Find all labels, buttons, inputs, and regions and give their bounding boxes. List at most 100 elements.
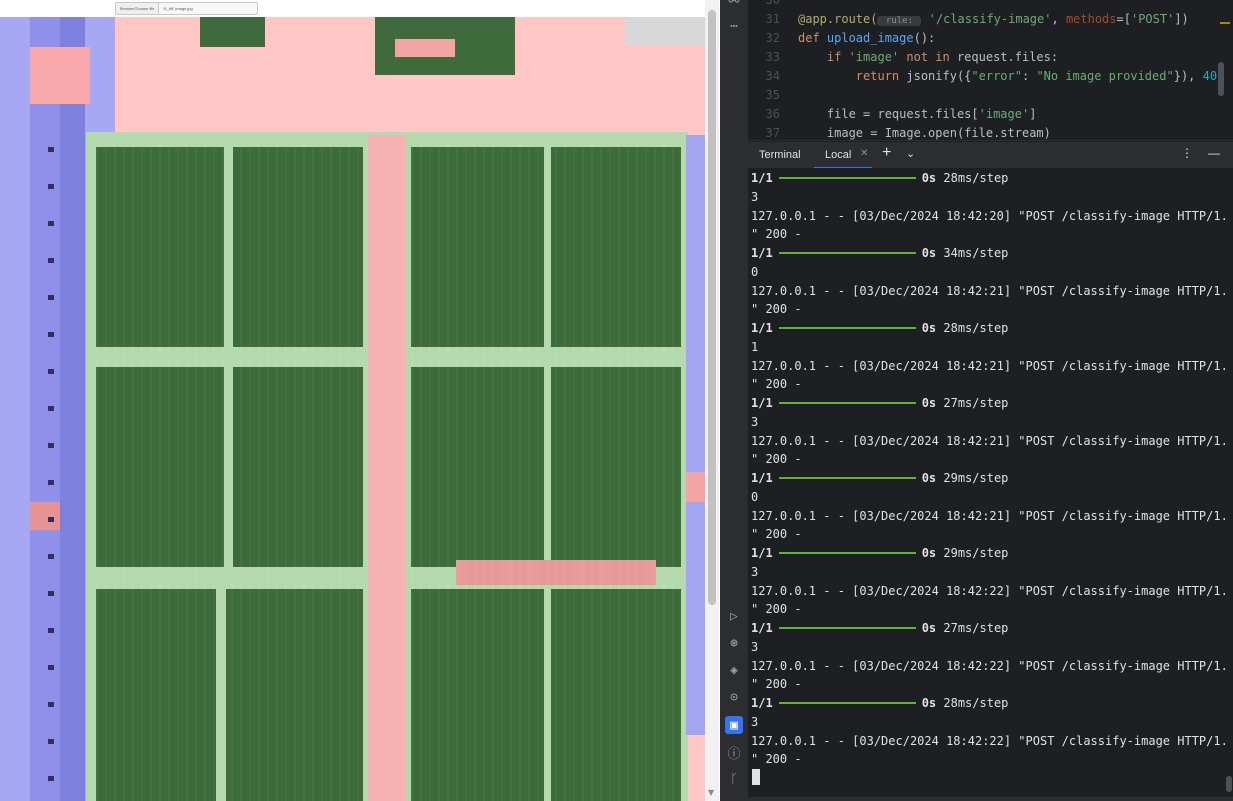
- code-line[interactable]: 32 def upload_image():: [748, 29, 1228, 48]
- progress-step: 29ms/step: [936, 471, 1009, 485]
- progress-line: 1/1 0s 28ms/step: [751, 694, 1008, 712]
- terminal-header: Terminal Local ✕ + ⌄ ⋮ —: [748, 141, 1233, 170]
- terminal-line: 127.0.0.1 - - [03/Dec/2024 18:42:21] "PO…: [751, 283, 1225, 298]
- tool-window-strip: ⚯ ⋯ ▷ ⊛ ◈ ⊙ ▣ ⓘ ᚴ: [720, 0, 749, 801]
- terminal-line: 0: [751, 264, 759, 279]
- progress-bar: [778, 476, 916, 479]
- progress-line: 1/1 0s 27ms/step: [751, 619, 1008, 637]
- progress-step: 27ms/step: [936, 396, 1009, 410]
- progress-count: 1/1: [751, 171, 773, 185]
- more-tools-icon[interactable]: ⋯: [725, 17, 743, 35]
- terminal-cursor: [752, 769, 760, 785]
- terminal-line: " 200 -: [751, 602, 802, 617]
- editor-warning-marker: [1220, 22, 1230, 24]
- terminal-line: 127.0.0.1 - - [03/Dec/2024 18:42:21] "PO…: [751, 433, 1225, 448]
- progress-count: 1/1: [751, 546, 773, 560]
- choose-file-button[interactable]: Browse/Choose file: [116, 3, 160, 14]
- code-line[interactable]: 30: [748, 0, 1228, 10]
- code-line[interactable]: 37 image = Image.open(file.stream): [748, 124, 1228, 140]
- line-number: 30: [765, 0, 780, 7]
- code-text: return jsonify({"error": "No image provi…: [798, 69, 1225, 83]
- status-bar: [748, 797, 1233, 801]
- progress-bar: [778, 251, 916, 254]
- terminal-icon[interactable]: ▣: [725, 716, 743, 734]
- line-number: 34: [765, 69, 780, 83]
- terminal-line: " 200 -: [751, 527, 802, 542]
- terminal-line: 127.0.0.1 - - [03/Dec/2024 18:42:22] "PO…: [751, 658, 1225, 673]
- run-icon[interactable]: ▷: [725, 607, 743, 625]
- code-text: file = request.files['image']: [798, 107, 1037, 121]
- terminal-line: " 200 -: [751, 752, 802, 767]
- progress-line: 1/1 0s 29ms/step: [751, 469, 1008, 487]
- terminal-line: 3: [751, 414, 759, 429]
- progress-line: 1/1 0s 27ms/step: [751, 394, 1008, 412]
- line-number: 37: [765, 126, 780, 140]
- minimize-icon[interactable]: —: [1208, 146, 1220, 160]
- code-line[interactable]: 31 @app.route( rule: '/classify-image', m…: [748, 10, 1228, 29]
- progress-time: 0s: [921, 471, 937, 485]
- git-icon[interactable]: ᚴ: [725, 770, 743, 788]
- line-number: 32: [765, 31, 780, 45]
- progress-bar: [778, 326, 916, 329]
- services-icon[interactable]: ⊙: [725, 688, 743, 706]
- segmentation-result-image: [0, 17, 705, 801]
- progress-count: 1/1: [751, 246, 773, 260]
- progress-count: 1/1: [751, 696, 773, 710]
- browser-scrollbar[interactable]: ▼: [705, 0, 719, 801]
- line-number: 35: [765, 88, 780, 102]
- terminal-line: " 200 -: [751, 377, 802, 392]
- terminal-line: " 200 -: [751, 677, 802, 692]
- terminal-line: 3: [751, 714, 759, 729]
- python-packages-icon[interactable]: ◈: [725, 661, 743, 679]
- terminal-line: 127.0.0.1 - - [03/Dec/2024 18:42:21] "PO…: [751, 508, 1225, 523]
- terminal-output[interactable]: 1/1 0s 28ms/step 3 127.0.0.1 - - [03/Dec/20…: [748, 168, 1225, 798]
- terminal-line: " 200 -: [751, 302, 802, 317]
- progress-step: 29ms/step: [936, 546, 1009, 560]
- new-tab-icon[interactable]: +: [882, 144, 891, 162]
- code-line[interactable]: 36 file = request.files['image']: [748, 105, 1228, 124]
- progress-time: 0s: [921, 696, 937, 710]
- close-tab-icon[interactable]: ✕: [860, 148, 868, 159]
- progress-line: 1/1 0s 29ms/step: [751, 544, 1008, 562]
- terminal-line: " 200 -: [751, 452, 802, 467]
- progress-line: 1/1 0s 28ms/step: [751, 319, 1008, 337]
- code-text: @app.route( rule: '/classify-image', met…: [798, 12, 1189, 26]
- terminal-line: 127.0.0.1 - - [03/Dec/2024 18:42:20] "PO…: [751, 208, 1225, 223]
- upload-toolbar: Browse/Choose file t1_tiff_image.jpg: [0, 0, 719, 17]
- progress-bar: [778, 401, 916, 404]
- code-text: if 'image' not in request.files:: [798, 50, 1059, 64]
- code-line[interactable]: 35: [748, 86, 1228, 105]
- terminal-title: Terminal: [759, 149, 801, 161]
- terminal-line: 127.0.0.1 - - [03/Dec/2024 18:42:22] "PO…: [751, 583, 1225, 598]
- line-number: 33: [765, 50, 780, 64]
- progress-step: 28ms/step: [936, 696, 1009, 710]
- progress-count: 1/1: [751, 471, 773, 485]
- terminal-line: 127.0.0.1 - - [03/Dec/2024 18:42:21] "PO…: [751, 358, 1225, 373]
- scrollbar-thumb[interactable]: [708, 10, 716, 605]
- progress-bar: [778, 551, 916, 554]
- code-line[interactable]: 34 return jsonify({"error": "No image pr…: [748, 67, 1228, 86]
- python-console-icon[interactable]: ⊛: [725, 634, 743, 652]
- progress-time: 0s: [921, 171, 937, 185]
- terminal-scrollbar-thumb[interactable]: [1226, 776, 1232, 792]
- terminal-scrollbar[interactable]: [1225, 168, 1233, 798]
- problems-icon[interactable]: ⓘ: [725, 743, 743, 762]
- progress-step: 27ms/step: [936, 621, 1009, 635]
- scroll-down-arrow-icon[interactable]: ▼: [708, 788, 714, 797]
- progress-count: 1/1: [751, 321, 773, 335]
- editor-scrollbar-thumb[interactable]: [1218, 62, 1224, 96]
- structure-icon[interactable]: ⚯: [725, 0, 743, 10]
- progress-time: 0s: [921, 546, 937, 560]
- code-text: def upload_image():: [798, 31, 936, 45]
- code-line[interactable]: 33 if 'image' not in request.files:: [748, 48, 1228, 67]
- code-editor[interactable]: 30 31 @app.route( rule: '/classify-image',…: [748, 0, 1233, 140]
- code-text: image = Image.open(file.stream): [798, 126, 1051, 140]
- terminal-line: 1: [751, 339, 759, 354]
- more-options-icon[interactable]: ⋮: [1181, 146, 1193, 160]
- progress-line: 1/1 0s 28ms/step: [751, 169, 1008, 187]
- chevron-down-icon[interactable]: ⌄: [906, 147, 915, 160]
- file-input[interactable]: Browse/Choose file t1_tiff_image.jpg: [115, 2, 258, 15]
- terminal-line: 3: [751, 639, 759, 654]
- file-name-label: t1_tiff_image.jpg: [163, 6, 193, 11]
- progress-time: 0s: [921, 321, 937, 335]
